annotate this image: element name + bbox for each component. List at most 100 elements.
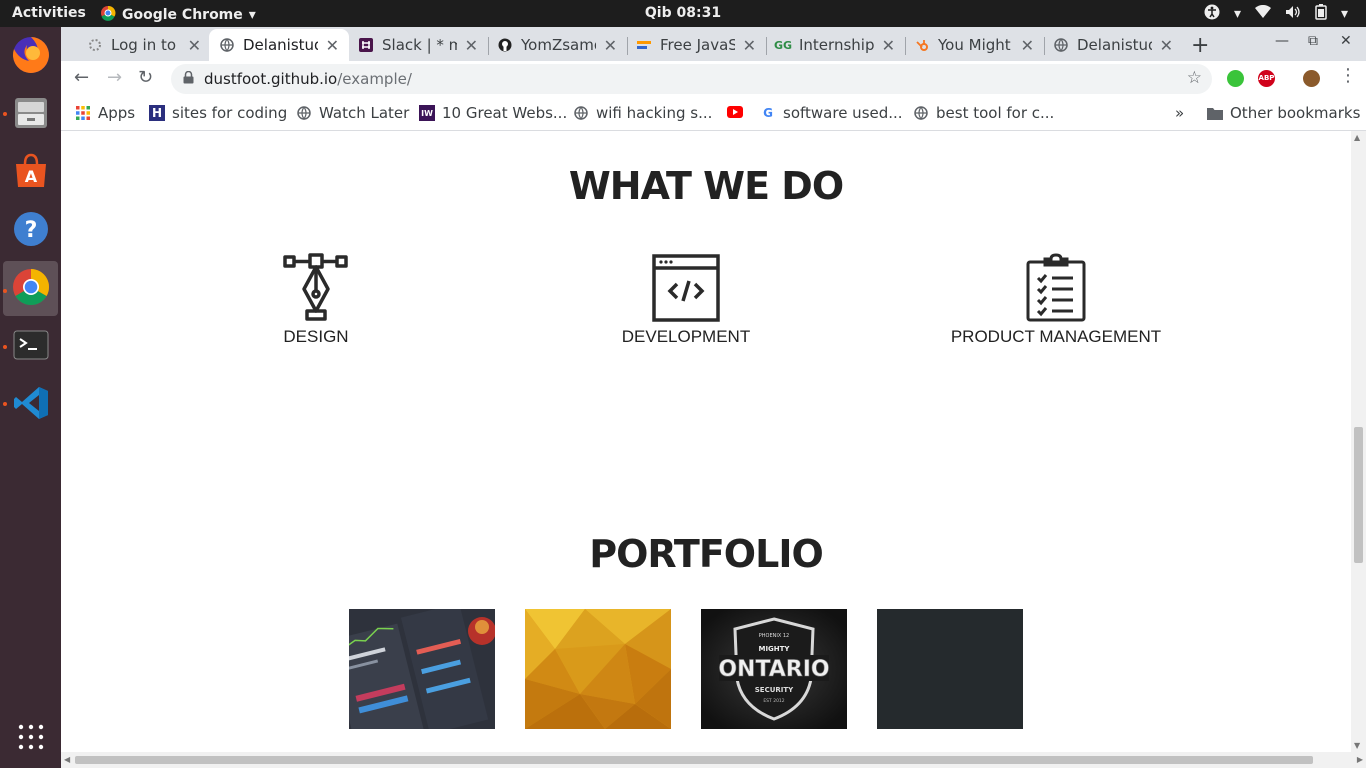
service-design: DESIGN [196,253,436,347]
horizontal-scroll-thumb[interactable] [75,756,1313,764]
tab-internships[interactable]: GG Internships ✕ [765,29,905,61]
close-icon[interactable]: ✕ [882,36,895,55]
vscode-launcher[interactable] [3,377,58,432]
vertical-scroll-thumb[interactable] [1354,427,1363,563]
files-launcher[interactable] [3,87,58,142]
software-launcher[interactable]: A [3,145,58,200]
service-label: PRODUCT MANAGEMENT [950,327,1162,346]
battery-icon[interactable] [1315,4,1327,24]
firefox-icon [11,35,51,79]
section-title-services: WHAT WE DO [568,164,844,208]
close-icon[interactable]: ✕ [1021,36,1034,55]
wifi-icon[interactable] [1254,4,1271,23]
running-indicator [3,289,7,293]
tab-slack[interactable]: Slack | * mp ✕ [348,29,488,61]
tab-title: Delanistudio [243,36,318,54]
bookmark-watch-later[interactable]: Watch Later [296,104,409,122]
tab-delanistudio-2[interactable]: Delanistudio ✕ [1043,29,1183,61]
activities-button[interactable]: Activities [12,5,86,21]
tab-strip: Log in to canvas ✕ Delanistudio ✕ Slack … [61,27,1366,61]
tab-hubspot[interactable]: You Might ✕ [904,29,1044,61]
bookmark-10-great-webs[interactable]: IW 10 Great Webs... [419,104,567,122]
close-icon[interactable]: ✕ [1160,36,1173,55]
svg-text:A: A [24,167,37,186]
minimize-button[interactable]: — [1275,33,1289,49]
apps-grid-icon [17,723,45,755]
service-development: DEVELOPMENT [566,253,806,347]
accessibility-icon[interactable] [1204,4,1220,24]
help-launcher[interactable]: ? [3,203,58,258]
scroll-up-icon[interactable]: ▲ [1354,133,1360,142]
forward-button[interactable]: → [107,67,122,88]
running-indicator [3,402,7,406]
scroll-down-icon[interactable]: ▼ [1354,741,1360,750]
tab-title: Delanistudio [1077,36,1152,54]
bookmark-label: Other bookmarks [1230,104,1361,122]
close-window-button[interactable]: ✕ [1340,33,1352,49]
hubspot-icon [914,37,930,53]
close-icon[interactable]: ✕ [743,36,756,55]
bookmark-sites-for-coding[interactable]: H sites for coding [149,104,287,122]
fcc-icon [636,37,652,53]
profile-avatar[interactable] [1303,70,1320,87]
portfolio-item-ontario-security[interactable]: PHOENIX 12 MIGHTY ONTARIO SECURITY EST 2… [701,609,847,729]
firefox-launcher[interactable] [3,29,58,84]
svg-text:?: ? [24,218,37,243]
close-icon[interactable]: ✕ [188,36,201,55]
clipboard-checklist-icon [936,253,1176,323]
chevron-down-icon: ▾ [1340,6,1348,22]
bookmark-label: Watch Later [319,104,410,122]
restore-button[interactable]: ⧉ [1308,33,1318,49]
bookmark-star-icon[interactable]: ☆ [1187,68,1202,88]
bookmark-software-used[interactable]: G software used... [760,104,903,122]
tab-delanistudio[interactable]: Delanistudio ✕ [209,29,349,61]
adblock-icon[interactable]: ABP [1258,70,1275,87]
terminal-icon [12,326,50,368]
section-title-portfolio: PORTFOLIO [589,532,824,576]
address-bar[interactable]: dustfoot.github.io/example/ ☆ [171,64,1212,94]
lock-icon[interactable] [183,70,194,87]
bookmark-wifi-hacking[interactable]: wifi hacking s... [573,104,712,122]
badge-est-text: EST 2012 [763,698,784,704]
horizontal-scrollbar[interactable]: ◀ ▶ [61,752,1366,768]
bookmarks-overflow-button[interactable]: » [1175,104,1184,122]
portfolio-item-yellow-polygon[interactable] [525,609,671,729]
close-icon[interactable]: ✕ [604,36,617,55]
badge-sub-text: SECURITY [755,686,794,694]
portfolio-item-dark-tile[interactable] [877,609,1023,729]
menu-kebab-icon[interactable]: ⋮ [1339,65,1357,86]
chrome-launcher[interactable] [3,261,58,316]
tab-canvas[interactable]: Log in to canvas ✕ [77,29,211,61]
scroll-left-icon[interactable]: ◀ [64,755,70,764]
jw-icon: IW [419,105,435,121]
chevron-down-icon: ▾ [248,7,256,23]
bookmark-youtube[interactable] [727,104,750,120]
show-applications-button[interactable] [3,711,58,766]
tab-title: YomZsamora [521,36,596,54]
extension-icon[interactable] [1227,70,1244,87]
close-icon[interactable]: ✕ [326,36,339,55]
new-tab-button[interactable]: + [1191,33,1209,58]
tab-title: Internships [799,36,874,54]
app-menu[interactable]: Google Chrome ▾ [100,5,256,25]
other-bookmarks-folder[interactable]: Other bookmarks [1207,104,1360,122]
browser-toolbar: ← → ↻ dustfoot.github.io/example/ ☆ ABP … [61,61,1366,97]
vertical-scrollbar[interactable]: ▲ ▼ [1351,131,1366,752]
close-icon[interactable]: ✕ [465,36,478,55]
tab-freecodecamp[interactable]: Free JavaScript ✕ [626,29,766,61]
back-button[interactable]: ← [74,67,89,88]
youtube-icon [727,104,743,120]
terminal-launcher[interactable] [3,319,58,374]
volume-icon[interactable] [1285,5,1301,23]
scroll-right-icon[interactable]: ▶ [1357,755,1363,764]
portfolio-item-dashboard[interactable] [349,609,495,729]
folder-icon [1207,105,1223,121]
tab-github[interactable]: YomZsamora ✕ [487,29,627,61]
h-icon: H [149,105,165,121]
bookmark-apps[interactable]: Apps [75,104,135,122]
badge-top-text: PHOENIX 12 [759,633,789,639]
service-label: DESIGN [283,327,349,346]
bookmark-best-tool[interactable]: best tool for c... [913,104,1054,122]
reload-button[interactable]: ↻ [138,67,153,88]
system-tray[interactable]: ▾ ▾ [1204,4,1348,24]
